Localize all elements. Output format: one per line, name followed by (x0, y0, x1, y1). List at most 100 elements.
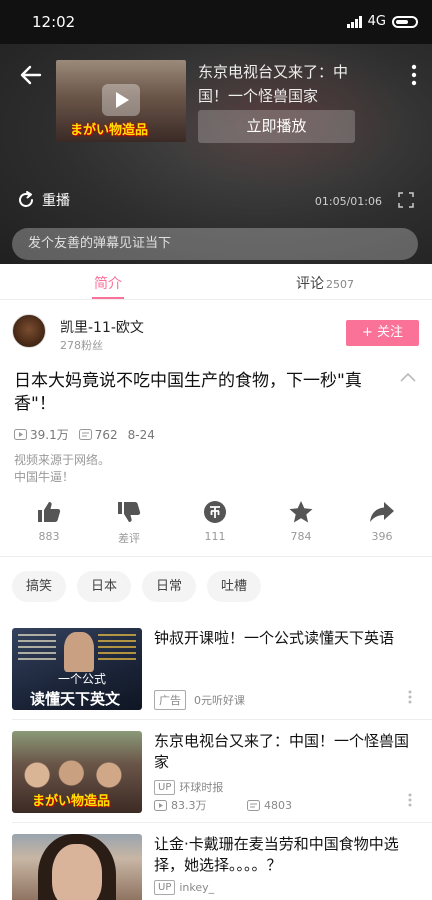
tab-indicator (92, 297, 124, 299)
dislike-button[interactable]: 差评 (99, 500, 159, 546)
recommendation-item[interactable]: 让金·卡戴珊在麦当劳和中国食物中选择，她选择。。。。？ UP inkey_ (0, 834, 432, 900)
video-player[interactable]: まがい物造品 东京电视台又来了：中国！一个怪兽国家 立即播放 重播 01:05/… (0, 44, 432, 264)
danmaku-count: 762 (94, 427, 118, 442)
thumbnail-caption: まがい物造品 (70, 123, 149, 138)
dislike-label: 差评 (118, 532, 140, 545)
thumbnail-text-block (98, 634, 136, 664)
star-icon (289, 501, 313, 523)
tab-comments[interactable]: 评论 2507 (296, 273, 354, 293)
author-name: 环球时报 (179, 781, 224, 794)
favorite-button[interactable]: 784 (271, 500, 331, 543)
back-arrow-icon[interactable] (18, 62, 44, 88)
divider (12, 719, 432, 720)
status-icons: 4G (346, 14, 418, 29)
more-vertical-icon[interactable] (410, 64, 418, 86)
more-vertical-icon[interactable] (408, 793, 412, 807)
tab-intro[interactable]: 简介 (94, 273, 122, 293)
share-count: 396 (371, 530, 393, 543)
recommendation-item[interactable]: 一个公式 读懂天下英文 钟叔开课啦！一个公式读懂天下英语 广告 0元听好课 (0, 628, 432, 732)
danmaku-count-icon (78, 429, 92, 440)
share-button[interactable]: 396 (352, 500, 412, 543)
recommendation-title[interactable]: 钟叔开课啦！一个公式读懂天下英语 (154, 628, 410, 649)
thumbs-up-icon (38, 502, 61, 522)
coin-icon (204, 501, 226, 523)
next-video-title[interactable]: 东京电视台又来了：中国！一个怪兽国家 (198, 60, 368, 108)
more-vertical-icon[interactable] (408, 690, 412, 704)
danmaku-count: 4803 (264, 798, 292, 812)
fans-count: 278粉丝 (60, 339, 103, 352)
recommendation-thumbnail[interactable] (12, 834, 142, 900)
recommendation-stats: 83.3万 4803 (154, 797, 292, 813)
thumbnail-text: 读懂天下英文 (30, 690, 121, 708)
up-badge: UP (154, 779, 176, 795)
avatar[interactable] (12, 314, 46, 348)
like-count: 883 (38, 530, 60, 543)
thumbnail-face (52, 844, 102, 900)
tag-chip[interactable]: 吐槽 (207, 571, 262, 602)
video-description: 视频来源于网络。 中国牛逼！ (14, 452, 110, 486)
next-video-thumbnail[interactable]: まがい物造品 (56, 60, 186, 142)
video-meta: 39.1万 762 8-24 (14, 426, 165, 443)
ad-subtitle: 0元听好课 (194, 694, 245, 707)
recommendation-meta: 广告 0元听好课 (154, 690, 245, 710)
play-now-button[interactable]: 立即播放 (198, 110, 355, 143)
up-badge: UP (154, 880, 176, 895)
tab-comments-label: 评论 (296, 276, 324, 292)
chevron-up-icon[interactable] (400, 372, 416, 382)
status-time: 12:02 (32, 13, 76, 31)
replay-label: 重播 (42, 193, 70, 209)
signal-icon (346, 15, 362, 28)
views-count: 83.3万 (171, 799, 207, 812)
battery-icon (392, 15, 418, 28)
tag-chip[interactable]: 搞笑 (12, 571, 67, 602)
divider (0, 556, 432, 557)
thumbnail-caption: まがい物造品 (32, 794, 111, 809)
description-line: 视频来源于网络。 (14, 453, 111, 467)
recommendation-item[interactable]: まがい物造品 东京电视台又来了：中国！一个怪兽国家 UP 环球时报 83.3万 … (0, 731, 432, 835)
danmaku-stat: 762 (78, 427, 118, 442)
recommendation-thumbnail[interactable]: まがい物造品 (12, 731, 142, 813)
description-line: 中国牛逼！ (14, 470, 75, 484)
danmaku-input[interactable]: 发个友善的弹幕见证当下 (12, 228, 418, 260)
recommendation-author: UP inkey_ (154, 880, 214, 895)
favorite-count: 784 (290, 530, 312, 543)
tag-chip[interactable]: 日本 (77, 571, 132, 602)
follow-button[interactable]: + 关注 (346, 320, 419, 346)
recommendation-author: UP 环球时报 (154, 779, 223, 795)
status-bar: 12:02 4G (0, 0, 432, 44)
replay-button[interactable]: 重播 (16, 190, 70, 210)
recommendation-title[interactable]: 东京电视台又来了：中国！一个怪兽国家 (154, 731, 410, 773)
thumbnail-text-block (18, 634, 56, 660)
like-button[interactable]: 883 (19, 500, 79, 543)
fullscreen-icon[interactable] (398, 192, 414, 208)
action-bar: 883 差评 111 784 396 (0, 500, 432, 548)
thumbnail-text: 一个公式 (58, 672, 107, 686)
danmaku-count-icon (247, 799, 260, 811)
coin-button[interactable]: 111 (185, 500, 245, 543)
play-icon (102, 84, 140, 116)
publish-date: 8-24 (127, 427, 155, 442)
comments-count: 2507 (326, 278, 354, 291)
thumbnail-faces (20, 755, 134, 795)
tag-chip[interactable]: 日常 (142, 571, 197, 602)
video-title: 日本大妈竟说不吃中国生产的食物，下一秒"真香"！ (14, 371, 362, 414)
recommendation-title[interactable]: 让金·卡戴珊在麦当劳和中国食物中选择，她选择。。。。？ (154, 834, 410, 876)
views-count: 39.1万 (30, 428, 69, 442)
author-name: inkey_ (179, 881, 215, 894)
thumbs-down-icon (118, 502, 141, 522)
uploader-name[interactable]: 凯里-11-欧文 (60, 317, 144, 337)
network-type: 4G (367, 14, 386, 29)
play-count-icon (14, 429, 27, 440)
coin-count: 111 (204, 530, 226, 543)
recommendation-thumbnail[interactable]: 一个公式 读懂天下英文 (12, 628, 142, 710)
tab-bar: 简介 评论 2507 (0, 264, 432, 300)
share-arrow-icon (370, 502, 394, 522)
divider (12, 822, 432, 823)
thumbnail-person (64, 632, 94, 672)
ad-badge: 广告 (154, 690, 186, 710)
tag-list: 搞笑 日本 日常 吐槽 (12, 571, 262, 602)
play-count-icon (154, 799, 167, 811)
replay-icon (19, 191, 33, 207)
time-readout: 01:05/01:06 (314, 195, 382, 208)
views-stat: 39.1万 (14, 426, 69, 443)
